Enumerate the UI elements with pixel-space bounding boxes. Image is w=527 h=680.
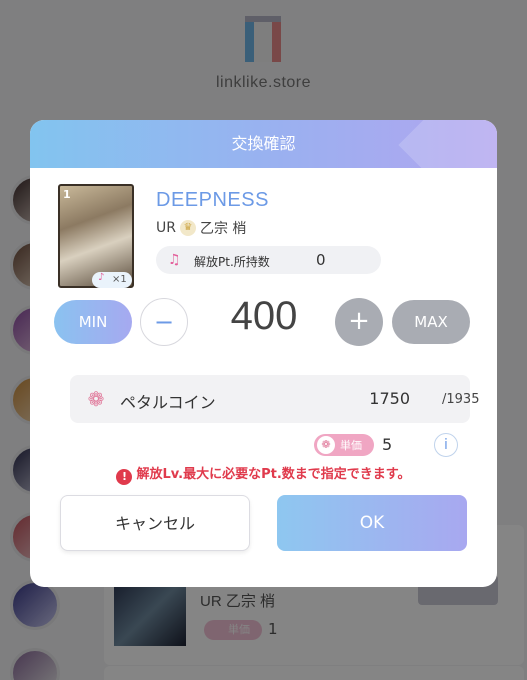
warning-message: ! 解放Lv.最大に必要なPt.数まで指定できます。 — [30, 463, 497, 485]
min-button[interactable]: MIN — [54, 300, 132, 344]
petal-coin-icon: ❁ — [317, 436, 335, 454]
unlock-points-box: ♫ 解放Pt.所持数 0 — [156, 246, 381, 274]
unlock-points-label: 解放Pt.所持数 — [194, 255, 270, 269]
ok-button[interactable]: OK — [277, 495, 467, 551]
petal-coin-cost: 1750 — [369, 389, 410, 408]
warning-text: 解放Lv.最大に必要なPt.数まで指定できます。 — [136, 467, 411, 482]
unit-price-badge: ❁ 単価 — [314, 434, 374, 456]
quantity-value: 400 — [230, 294, 298, 338]
increment-button[interactable]: + — [335, 298, 383, 346]
petal-coin-icon: ❁ — [87, 387, 105, 411]
crown-icon: ♛ — [179, 220, 196, 236]
petal-coin-box: ❁ ペタルコイン 1750 /1935 — [70, 375, 479, 423]
warning-icon: ! — [116, 469, 133, 485]
petal-coin-owned: /1935 — [442, 392, 480, 407]
card-character: 乙宗 梢 — [199, 221, 247, 237]
music-note-icon: ♫ — [168, 252, 181, 268]
max-button[interactable]: MAX — [392, 300, 470, 344]
unit-price-label: 単価 — [340, 439, 362, 452]
card-image: 1 ×1 ♪ — [58, 184, 134, 288]
decrement-button[interactable]: − — [140, 298, 188, 346]
exchange-confirm-dialog: 交換確認 1 ×1 ♪ DEEPNESS UR ♛ 乙宗 梢 ♫ 解放Pt.所持… — [30, 120, 497, 587]
petal-coin-label: ペタルコイン — [120, 393, 216, 412]
card-rarity: UR — [156, 220, 176, 236]
info-icon[interactable]: i — [434, 433, 458, 457]
unlock-points-value: 0 — [316, 251, 326, 269]
cancel-button[interactable]: キャンセル — [60, 495, 250, 551]
music-note-icon: ♪ — [98, 272, 105, 283]
dialog-title: 交換確認 — [231, 134, 296, 153]
unit-price-value: 5 — [382, 435, 393, 454]
card-rarity-line: UR ♛ 乙宗 梢 — [156, 218, 246, 238]
card-name: DEEPNESS — [156, 189, 269, 211]
card-level: 1 — [63, 188, 71, 201]
